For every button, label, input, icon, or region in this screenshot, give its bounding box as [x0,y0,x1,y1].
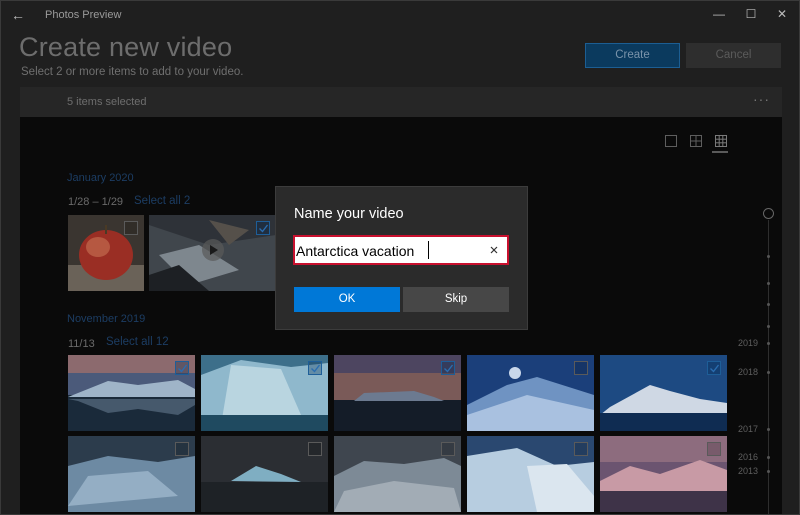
photo-thumbnail[interactable] [600,436,727,512]
photo-thumbnail[interactable] [68,436,195,512]
month-heading: January 2020 [67,172,134,184]
timeline-year[interactable]: 2016 [738,452,758,462]
timeline-tick [767,456,770,459]
selection-checkbox[interactable] [707,442,721,456]
timeline-tick [767,342,770,345]
photo-thumbnail[interactable] [68,215,144,291]
timeline-year[interactable]: 2018 [738,367,758,377]
create-button[interactable]: Create [585,43,680,68]
selection-checkbox[interactable] [124,221,138,235]
date-range: 11/13 [68,338,95,350]
skip-button[interactable]: Skip [403,287,509,312]
timeline-tick [767,255,770,258]
text-caret [428,241,429,259]
ok-button[interactable]: OK [294,287,400,312]
photo-thumbnail[interactable] [467,436,594,512]
medium-grid-icon[interactable] [689,134,703,148]
maximize-icon[interactable]: ☐ [738,4,764,24]
photo-thumbnail[interactable] [201,355,328,431]
selection-checkbox[interactable] [308,442,322,456]
minimize-icon[interactable]: — [706,4,732,24]
timeline-year[interactable]: 2019 [738,338,758,348]
photo-thumbnail[interactable] [334,436,461,512]
photo-thumbnail[interactable] [467,355,594,431]
page-subtitle: Select 2 or more items to add to your vi… [21,66,244,78]
selection-checkbox[interactable] [256,221,270,235]
timeline-year[interactable]: 2013 [738,466,758,476]
selection-checkbox[interactable] [175,442,189,456]
timeline-tick [767,470,770,473]
video-name-field[interactable] [293,235,509,265]
photos-window: ← Photos Preview — ☐ ✕ Create new video … [0,0,800,515]
selected-count: 5 items selected [67,96,147,108]
photo-thumbnail[interactable] [600,355,727,431]
selection-checkbox[interactable] [175,361,189,375]
video-thumbnail[interactable] [149,215,276,291]
name-video-dialog: Name your video OK Skip [275,186,528,330]
timeline-tick [767,428,770,431]
page-title: Create new video [19,32,233,62]
cancel-button[interactable]: Cancel [686,43,781,68]
photo-thumbnail[interactable] [201,436,328,512]
small-grid-icon[interactable] [714,134,728,148]
month-heading: November 2019 [67,313,146,325]
selection-checkbox[interactable] [574,361,588,375]
timeline-handle[interactable] [763,208,774,219]
select-all-link[interactable]: Select all 12 [106,336,169,348]
timeline-tick [767,325,770,328]
date-range: 1/28 – 1/29 [68,196,124,208]
clear-icon[interactable] [487,243,501,257]
selection-checkbox[interactable] [308,361,322,375]
timeline-tick [767,282,770,285]
active-view-indicator [712,151,728,153]
app-title: Photos Preview [45,9,122,21]
photo-thumbnail[interactable] [68,355,195,431]
selection-checkbox[interactable] [441,361,455,375]
single-view-icon[interactable] [664,134,678,148]
more-options-icon[interactable]: ··· [753,91,770,107]
play-icon [202,239,224,261]
selection-checkbox[interactable] [441,442,455,456]
selection-bar: 5 items selected ··· [20,87,782,117]
dialog-title: Name your video [294,206,404,222]
timeline-tick [767,371,770,374]
photo-thumbnail[interactable] [334,355,461,431]
select-all-link[interactable]: Select all 2 [134,195,190,207]
close-icon[interactable]: ✕ [769,4,795,24]
timeline-tick [767,303,770,306]
selection-checkbox[interactable] [574,442,588,456]
title-bar: ← Photos Preview — ☐ ✕ [1,1,799,29]
back-arrow-icon[interactable]: ← [7,5,29,25]
selection-checkbox[interactable] [707,361,721,375]
timeline-year[interactable]: 2017 [738,424,758,434]
video-name-input[interactable] [296,240,481,261]
